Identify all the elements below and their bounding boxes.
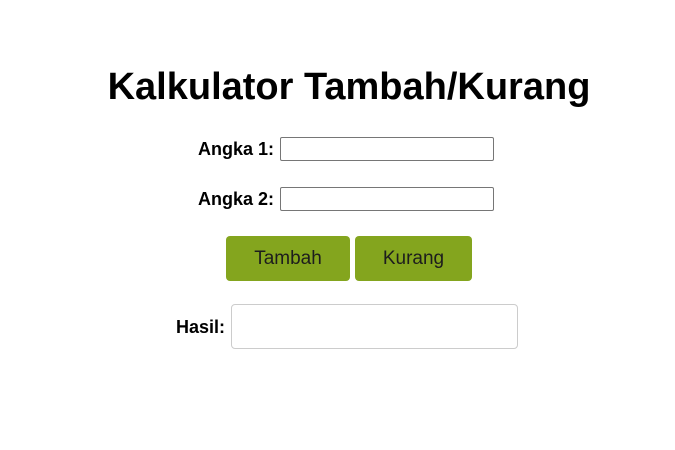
result-row: Hasil:: [176, 304, 519, 349]
angka1-label: Angka 1:: [198, 139, 275, 159]
angka2-input[interactable]: [280, 187, 495, 211]
tambah-button[interactable]: Tambah: [226, 236, 350, 281]
angka1-row: Angka 1:: [198, 137, 495, 161]
page-title: Kalkulator Tambah/Kurang: [107, 66, 591, 108]
kurang-button[interactable]: Kurang: [355, 236, 472, 281]
calculator-page: Kalkulator Tambah/Kurang Angka 1: Angka …: [0, 0, 675, 450]
angka2-row: Angka 2:: [198, 187, 495, 211]
result-label: Hasil:: [176, 316, 226, 337]
angka2-label: Angka 2:: [198, 189, 275, 209]
angka1-input[interactable]: [280, 137, 495, 161]
result-output: [231, 304, 519, 349]
